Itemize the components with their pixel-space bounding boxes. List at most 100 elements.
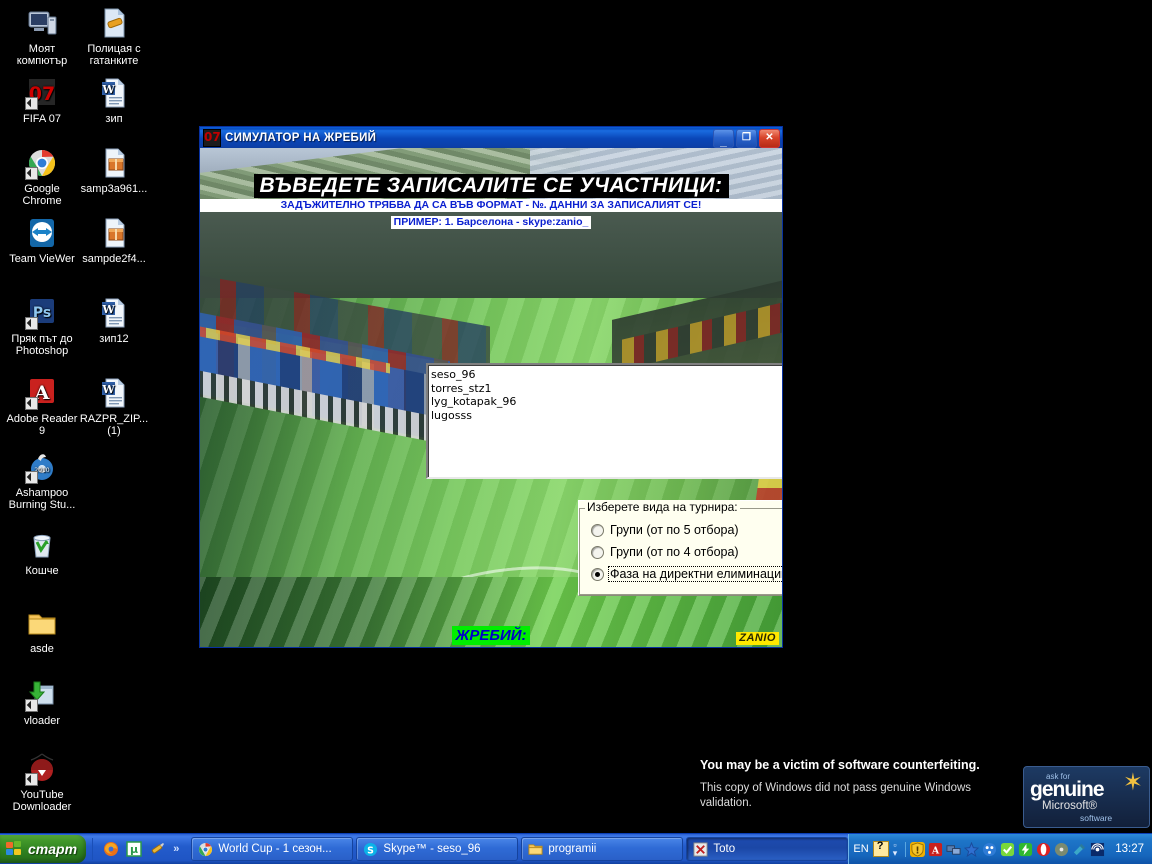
radio-label: Групи (от по 5 отбора) xyxy=(610,523,739,537)
desktop-icon-photoshop[interactable]: Ps Пряк път до Photoshop xyxy=(4,296,80,357)
participants-textarea[interactable]: seso_96 torres_stz1 lyg_kotapak_96 lugos… xyxy=(426,363,782,479)
header-line-2: ЗАДЪЖИТЕЛНО ТРЯБВА ДА СА ВЪВ ФОРМАТ - №.… xyxy=(200,199,782,212)
svg-text:S: S xyxy=(368,845,375,856)
desktop-icon-teamviewer[interactable]: Team VieWer xyxy=(4,216,80,265)
desktop: Моят компютър Полицая с гатанките 07 FIF… xyxy=(0,0,1152,834)
folder-icon xyxy=(25,606,59,640)
taskbar-button-toto[interactable]: Toto xyxy=(686,837,849,861)
taskbar-button-skype[interactable]: S Skype™ - seso_96 xyxy=(356,837,519,861)
check-icon[interactable] xyxy=(1000,842,1015,857)
desktop-icon-vloader[interactable]: vloader xyxy=(4,678,80,727)
close-button[interactable]: ✕ xyxy=(759,129,780,148)
language-bar[interactable]: EN ▫▾ xyxy=(853,840,901,858)
adobe-reader-icon: A xyxy=(25,376,59,410)
participant-line: torres_stz1 xyxy=(431,381,492,395)
svg-text:A: A xyxy=(931,845,940,856)
opera-icon[interactable] xyxy=(1036,842,1051,857)
draw-heading-text: ЖРЕБИЙ: xyxy=(452,626,530,645)
desktop-icon-zip[interactable]: W зип xyxy=(76,76,152,125)
desktop-icon-adobe-reader[interactable]: A Adobe Reader 9 xyxy=(4,376,80,437)
desktop-icon-ashampoo[interactable]: 2010 Ashampoo Burning Stu... xyxy=(4,450,80,511)
desktop-icon-recycle-bin[interactable]: Кошче xyxy=(4,528,80,577)
app-window[interactable]: 07 СИМУЛАТОР НА ЖРЕБИЙ _ ❐ ✕ ВЪВЕДЕТЕ ЗА… xyxy=(199,126,783,648)
word-document-icon: W xyxy=(97,376,131,410)
desktop-icon-fifa07[interactable]: 07 FIFA 07 xyxy=(4,76,80,125)
badge-microsoft-label: Microsoft® xyxy=(1042,800,1098,812)
radio-groups-5[interactable]: Групи (от по 5 отбора) xyxy=(591,523,740,537)
desktop-icon-zip12[interactable]: W зип12 xyxy=(76,296,152,345)
shortcut-arrow-icon xyxy=(25,397,38,410)
teamviewer-icon xyxy=(25,216,59,250)
desktop-icon-label: Моят компютър xyxy=(16,43,68,67)
desktop-icon-label: Google Chrome xyxy=(22,183,62,207)
media-icon[interactable] xyxy=(982,842,997,857)
language-bar-handle-icon[interactable]: ▫ ▾ xyxy=(893,841,898,858)
flash-icon[interactable] xyxy=(1018,842,1033,857)
wireless-icon[interactable] xyxy=(1090,842,1105,857)
desktop-icon-youtube-downloader[interactable]: YouTube Downloader xyxy=(4,752,80,813)
security-shield-icon[interactable]: ! xyxy=(910,841,926,857)
network-icon[interactable] xyxy=(946,842,961,857)
shortcut-arrow-icon xyxy=(25,317,38,330)
wga-body: This copy of Windows did not pass genuin… xyxy=(700,782,972,809)
desktop-icon-riddle[interactable]: Полицая с гатанките xyxy=(76,6,152,67)
app-icon: 07 xyxy=(203,128,221,147)
svg-text:W: W xyxy=(101,383,115,396)
tournament-type-groupbox: Изберете вида на турнира: Групи (от по 5… xyxy=(578,500,782,596)
desktop-icon-chrome[interactable]: Google Chrome xyxy=(4,146,80,207)
header-line-1: ВЪВЕДЕТЕ ЗАПИСАЛИТЕ СЕ УЧАСТНИЦИ: xyxy=(253,174,729,198)
paint-icon[interactable] xyxy=(149,841,165,857)
scan-icon[interactable] xyxy=(1072,842,1087,857)
youtube-downloader-icon xyxy=(25,752,59,786)
badge-software-label: software xyxy=(1080,813,1113,823)
badge-genuine-label: genuine xyxy=(1030,778,1105,801)
taskbar-button-world-cup[interactable]: World Cup - 1 сезон... xyxy=(191,837,354,861)
genuine-badge[interactable]: ✶ ask for genuine Microsoft® software xyxy=(1023,766,1150,828)
taskbar-button-programii[interactable]: programii xyxy=(521,837,684,861)
radio-circle-icon xyxy=(591,545,604,559)
star-icon[interactable] xyxy=(964,841,980,857)
desktop-icon-samp3a961[interactable]: samp3a961... xyxy=(76,146,152,195)
desktop-icon-my-computer[interactable]: Моят компютър xyxy=(4,6,80,67)
language-indicator[interactable]: EN xyxy=(853,843,868,855)
desktop-icon-sampde2f4[interactable]: sampde2f4... xyxy=(76,216,152,265)
window-title: СИМУЛАТОР НА ЖРЕБИЙ xyxy=(225,131,377,144)
participants-content[interactable]: seso_96 torres_stz1 lyg_kotapak_96 lugos… xyxy=(431,368,782,475)
desktop-icon-label: Кошче xyxy=(25,565,59,577)
tray-icon-group: ! A xyxy=(905,841,1105,857)
system-tray: EN ▫▾ ! A xyxy=(848,834,1152,864)
participant-line: lyg_kotapak_96 xyxy=(431,395,517,408)
radio-knockout-phase[interactable]: Фаза на директни елиминации xyxy=(591,566,782,582)
start-button[interactable]: старт xyxy=(0,835,87,863)
disc-icon[interactable] xyxy=(1054,842,1069,857)
maximize-button[interactable]: ❐ xyxy=(736,129,757,148)
firefox-icon[interactable] xyxy=(103,841,119,857)
windows-flag-icon xyxy=(6,841,23,857)
desktop-icon-razpr-zip[interactable]: W RAZPR_ZIP... (1) xyxy=(76,376,152,437)
window-titlebar[interactable]: 07 СИМУЛАТОР НА ЖРЕБИЙ _ ❐ ✕ xyxy=(200,127,782,148)
desktop-icon-label: RAZPR_ZIP... (1) xyxy=(79,413,149,437)
google-chrome-icon xyxy=(25,146,59,180)
chevron-right-icon[interactable]: » xyxy=(173,843,179,855)
word-document-icon: W xyxy=(97,296,131,330)
utorrent-icon[interactable]: μ xyxy=(126,841,143,857)
star-icon: ✶ xyxy=(1122,769,1143,796)
author-watermark: ZANIO xyxy=(736,632,779,645)
archive-file-icon xyxy=(97,146,131,180)
desktop-icon-label: Adobe Reader 9 xyxy=(6,413,78,437)
app-icon-text: 07 xyxy=(204,129,221,144)
wga-notification: You may be a victim of software counterf… xyxy=(700,758,1150,830)
minimize-button[interactable]: _ xyxy=(713,129,734,148)
radio-label: Групи (от по 4 отбора) xyxy=(610,545,739,559)
svg-text:W: W xyxy=(101,83,115,96)
clock[interactable]: 13:27 xyxy=(1115,843,1144,855)
taskbar-button-label: programii xyxy=(548,843,597,855)
shortcut-arrow-icon xyxy=(25,699,38,712)
radio-groups-4[interactable]: Групи (от по 4 отбора) xyxy=(591,545,740,559)
taskbar-button-label: World Cup - 1 сезон... xyxy=(218,843,332,855)
adobe-icon[interactable]: A xyxy=(928,842,943,857)
keyboard-help-icon[interactable] xyxy=(872,840,889,857)
shortcut-arrow-icon xyxy=(25,97,38,110)
desktop-icon-asde[interactable]: asde xyxy=(4,606,80,655)
shortcut-arrow-icon xyxy=(25,167,38,180)
